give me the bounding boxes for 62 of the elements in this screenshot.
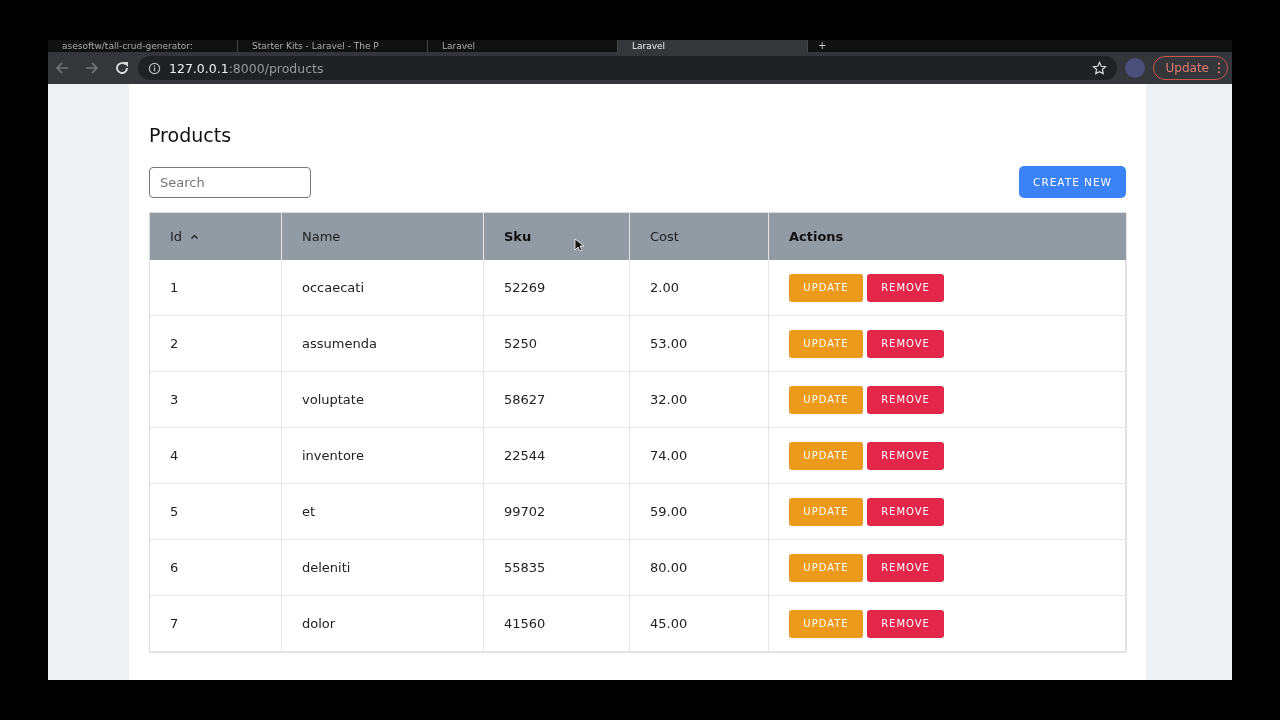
- table-cell: 7: [150, 596, 282, 652]
- table-cell: 3: [150, 372, 282, 428]
- column-header[interactable]: Cost: [630, 213, 769, 260]
- remove-button[interactable]: REMOVE: [867, 273, 944, 302]
- table-cell: 32.00: [630, 372, 769, 428]
- update-button[interactable]: UPDATE: [789, 497, 863, 526]
- column-header[interactable]: Name: [282, 213, 484, 260]
- remove-button[interactable]: REMOVE: [867, 441, 944, 470]
- table-cell: 53.00: [630, 316, 769, 372]
- remove-button[interactable]: REMOVE: [867, 609, 944, 638]
- table-cell: 41560: [484, 596, 630, 652]
- remove-button[interactable]: REMOVE: [867, 497, 944, 526]
- remove-button[interactable]: REMOVE: [867, 329, 944, 358]
- table-cell: 4: [150, 428, 282, 484]
- table-cell: 2: [150, 316, 282, 372]
- table-cell: 45.00: [630, 596, 769, 652]
- star-icon[interactable]: [1091, 60, 1107, 76]
- new-tab-button[interactable]: +: [808, 40, 837, 52]
- table-cell: assumenda: [282, 316, 484, 372]
- browser-tab[interactable]: Laravel: [618, 40, 808, 52]
- table-cell: dolor: [282, 596, 484, 652]
- reload-icon[interactable]: [114, 60, 130, 76]
- table-cell: voluptate: [282, 372, 484, 428]
- table-cell: 74.00: [630, 428, 769, 484]
- table-cell: 59.00: [630, 484, 769, 540]
- column-header[interactable]: Sku: [484, 213, 630, 260]
- update-button[interactable]: UPDATE: [789, 553, 863, 582]
- table-cell: 99702: [484, 484, 630, 540]
- address-bar[interactable]: 127.0.0.1:8000/products: [138, 56, 1117, 80]
- table-cell: deleniti: [282, 540, 484, 596]
- update-button[interactable]: UPDATE: [789, 441, 863, 470]
- table-cell: 52269: [484, 260, 630, 316]
- more-icon[interactable]: [1217, 62, 1221, 74]
- table-cell: 5: [150, 484, 282, 540]
- table-cell: 1: [150, 260, 282, 316]
- column-header[interactable]: Id: [150, 213, 282, 260]
- create-new-button[interactable]: CREATE NEW: [1019, 166, 1126, 198]
- remove-button[interactable]: REMOVE: [867, 385, 944, 414]
- table-cell: 80.00: [630, 540, 769, 596]
- update-button[interactable]: UPDATE: [789, 385, 863, 414]
- table-cell: 58627: [484, 372, 630, 428]
- table-cell: et: [282, 484, 484, 540]
- table-cell: 5250: [484, 316, 630, 372]
- table-cell: 6: [150, 540, 282, 596]
- url-text: 127.0.0.1:8000/products: [169, 60, 325, 76]
- table-cell: 2.00: [630, 260, 769, 316]
- column-header[interactable]: Actions: [769, 213, 1127, 260]
- table-cell: 55835: [484, 540, 630, 596]
- forward-icon[interactable]: [84, 60, 100, 76]
- table-cell: 22544: [484, 428, 630, 484]
- update-button[interactable]: UPDATE: [789, 329, 863, 358]
- table-cell: inventore: [282, 428, 484, 484]
- sort-caret-icon[interactable]: [190, 232, 200, 241]
- update-button[interactable]: UPDATE: [789, 609, 863, 638]
- info-icon[interactable]: [148, 61, 161, 75]
- page-title: Products: [149, 124, 233, 146]
- mouse-cursor-icon: [574, 238, 584, 252]
- back-icon[interactable]: [54, 60, 70, 76]
- table-cell: occaecati: [282, 260, 484, 316]
- search-field[interactable]: Search: [149, 166, 311, 198]
- remove-button[interactable]: REMOVE: [867, 553, 944, 582]
- update-button[interactable]: UPDATE: [789, 273, 863, 302]
